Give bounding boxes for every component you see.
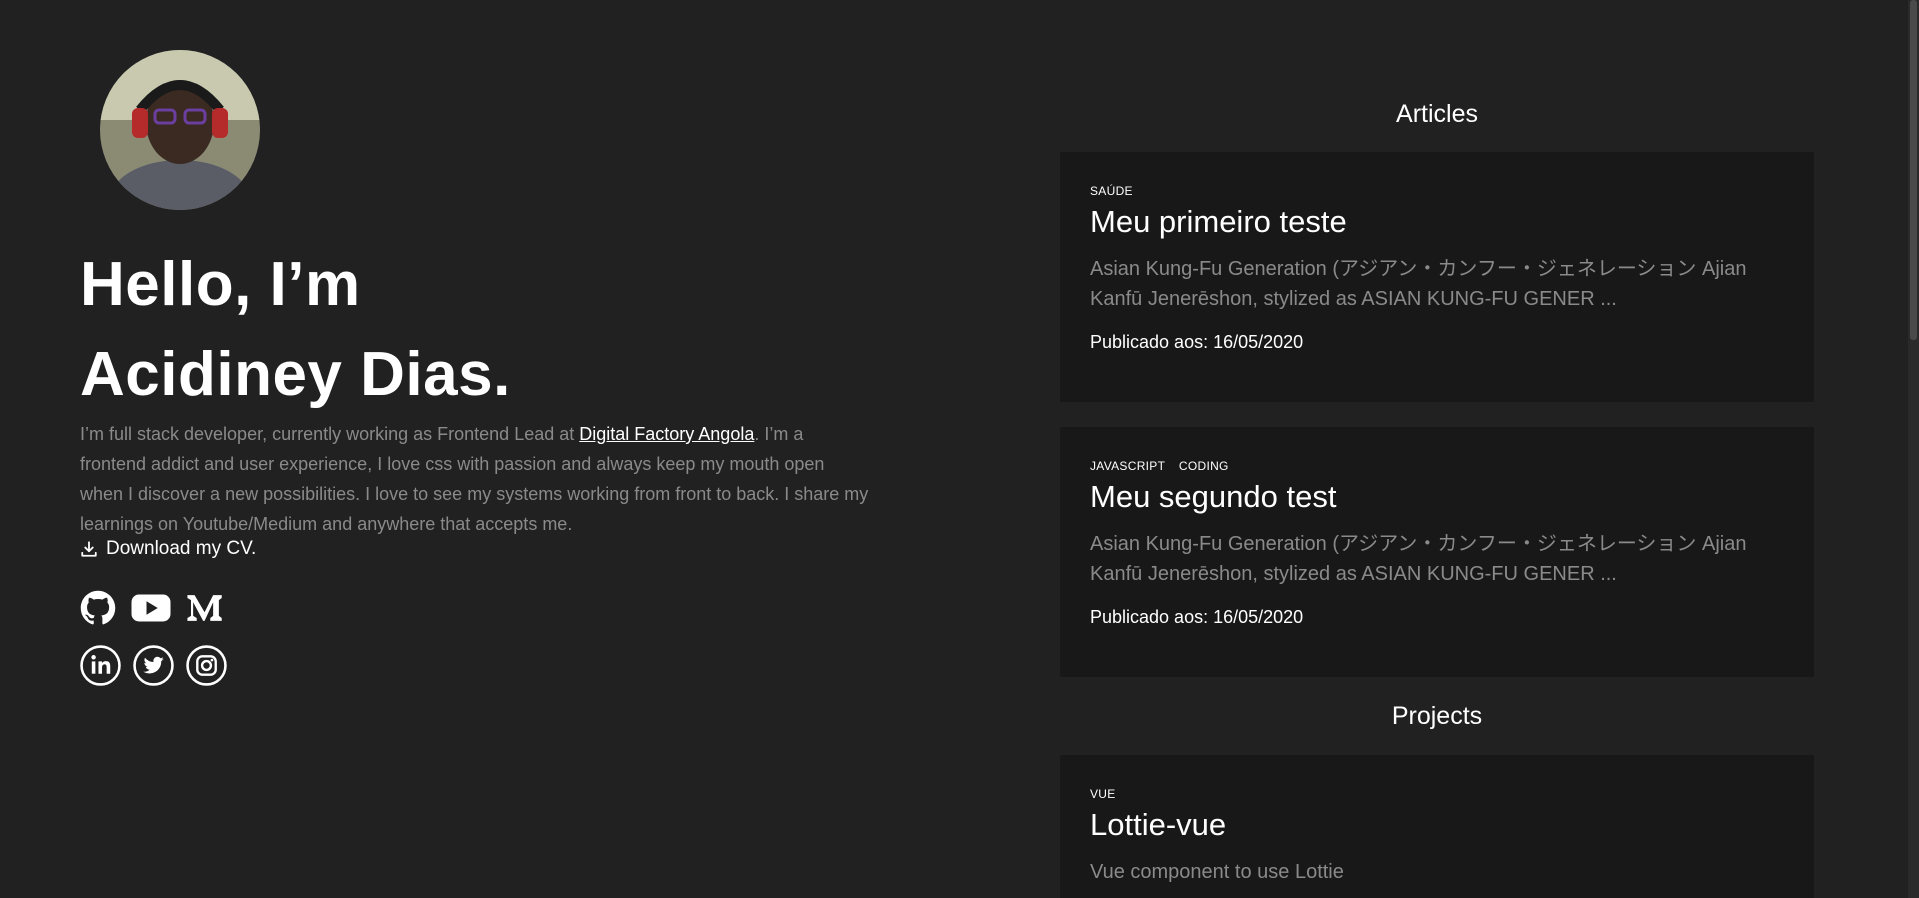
social-links-row-2 xyxy=(80,645,227,686)
download-cv-label: Download my CV. xyxy=(106,538,257,559)
bio-before-link: I’m full stack developer, currently work… xyxy=(80,424,580,444)
article-tag[interactable]: SAÚDE xyxy=(1090,184,1133,198)
instagram-icon[interactable] xyxy=(186,645,227,686)
article-date: Publicado aos: 16/05/2020 xyxy=(1090,607,1304,627)
hero-line-2: Acidiney Dias. xyxy=(80,340,511,409)
project-title[interactable]: Lottie-vue xyxy=(1090,807,1784,843)
article-card[interactable]: SAÚDE Meu primeiro teste Asian Kung-Fu G… xyxy=(1060,152,1814,402)
articles-heading: Articles xyxy=(1396,100,1478,128)
company-link[interactable]: Digital Factory Angola xyxy=(579,424,754,444)
article-date: Publicado aos: 16/05/2020 xyxy=(1090,332,1304,352)
article-title[interactable]: Meu primeiro teste xyxy=(1090,204,1784,240)
hero-heading: Hello, I’m Acidiney Dias. xyxy=(80,240,511,420)
twitter-icon[interactable] xyxy=(133,645,174,686)
projects-heading: Projects xyxy=(1391,702,1483,730)
social-links-row-1 xyxy=(80,590,226,626)
avatar-image xyxy=(100,50,260,210)
article-tags: SAÚDE xyxy=(1090,184,1784,200)
hero-line-1: Hello, I’m xyxy=(80,250,361,319)
project-tags: VUE xyxy=(1090,787,1784,803)
article-tag[interactable]: CODING xyxy=(1179,459,1229,473)
download-cv-button[interactable]: Download my CV. xyxy=(80,538,256,560)
project-tag[interactable]: VUE xyxy=(1090,787,1116,801)
download-icon xyxy=(80,540,98,558)
medium-icon[interactable] xyxy=(186,590,226,626)
project-description: Vue component to use Lottie xyxy=(1090,861,1344,883)
linkedin-icon[interactable] xyxy=(80,645,121,686)
bio-text: I’m full stack developer, currently work… xyxy=(80,419,870,539)
github-icon[interactable] xyxy=(80,590,116,626)
article-card[interactable]: JAVASCRIPT CODING Meu segundo test Asian… xyxy=(1060,427,1814,677)
article-excerpt: Asian Kung-Fu Generation (アジアン・カンフー・ジェネレ… xyxy=(1090,258,1747,310)
scrollbar-thumb[interactable] xyxy=(1910,0,1917,340)
article-title[interactable]: Meu segundo test xyxy=(1090,479,1784,515)
avatar xyxy=(100,50,260,210)
article-tags: JAVASCRIPT CODING xyxy=(1090,459,1784,475)
project-card[interactable]: VUE Lottie-vue Vue component to use Lott… xyxy=(1060,755,1814,898)
article-excerpt: Asian Kung-Fu Generation (アジアン・カンフー・ジェネレ… xyxy=(1090,533,1747,585)
article-tag[interactable]: JAVASCRIPT xyxy=(1090,459,1165,473)
youtube-icon[interactable] xyxy=(130,590,172,626)
portfolio-page: Hello, I’m Acidiney Dias. I’m full stack… xyxy=(0,0,1919,898)
page-scrollbar[interactable] xyxy=(1908,0,1919,898)
